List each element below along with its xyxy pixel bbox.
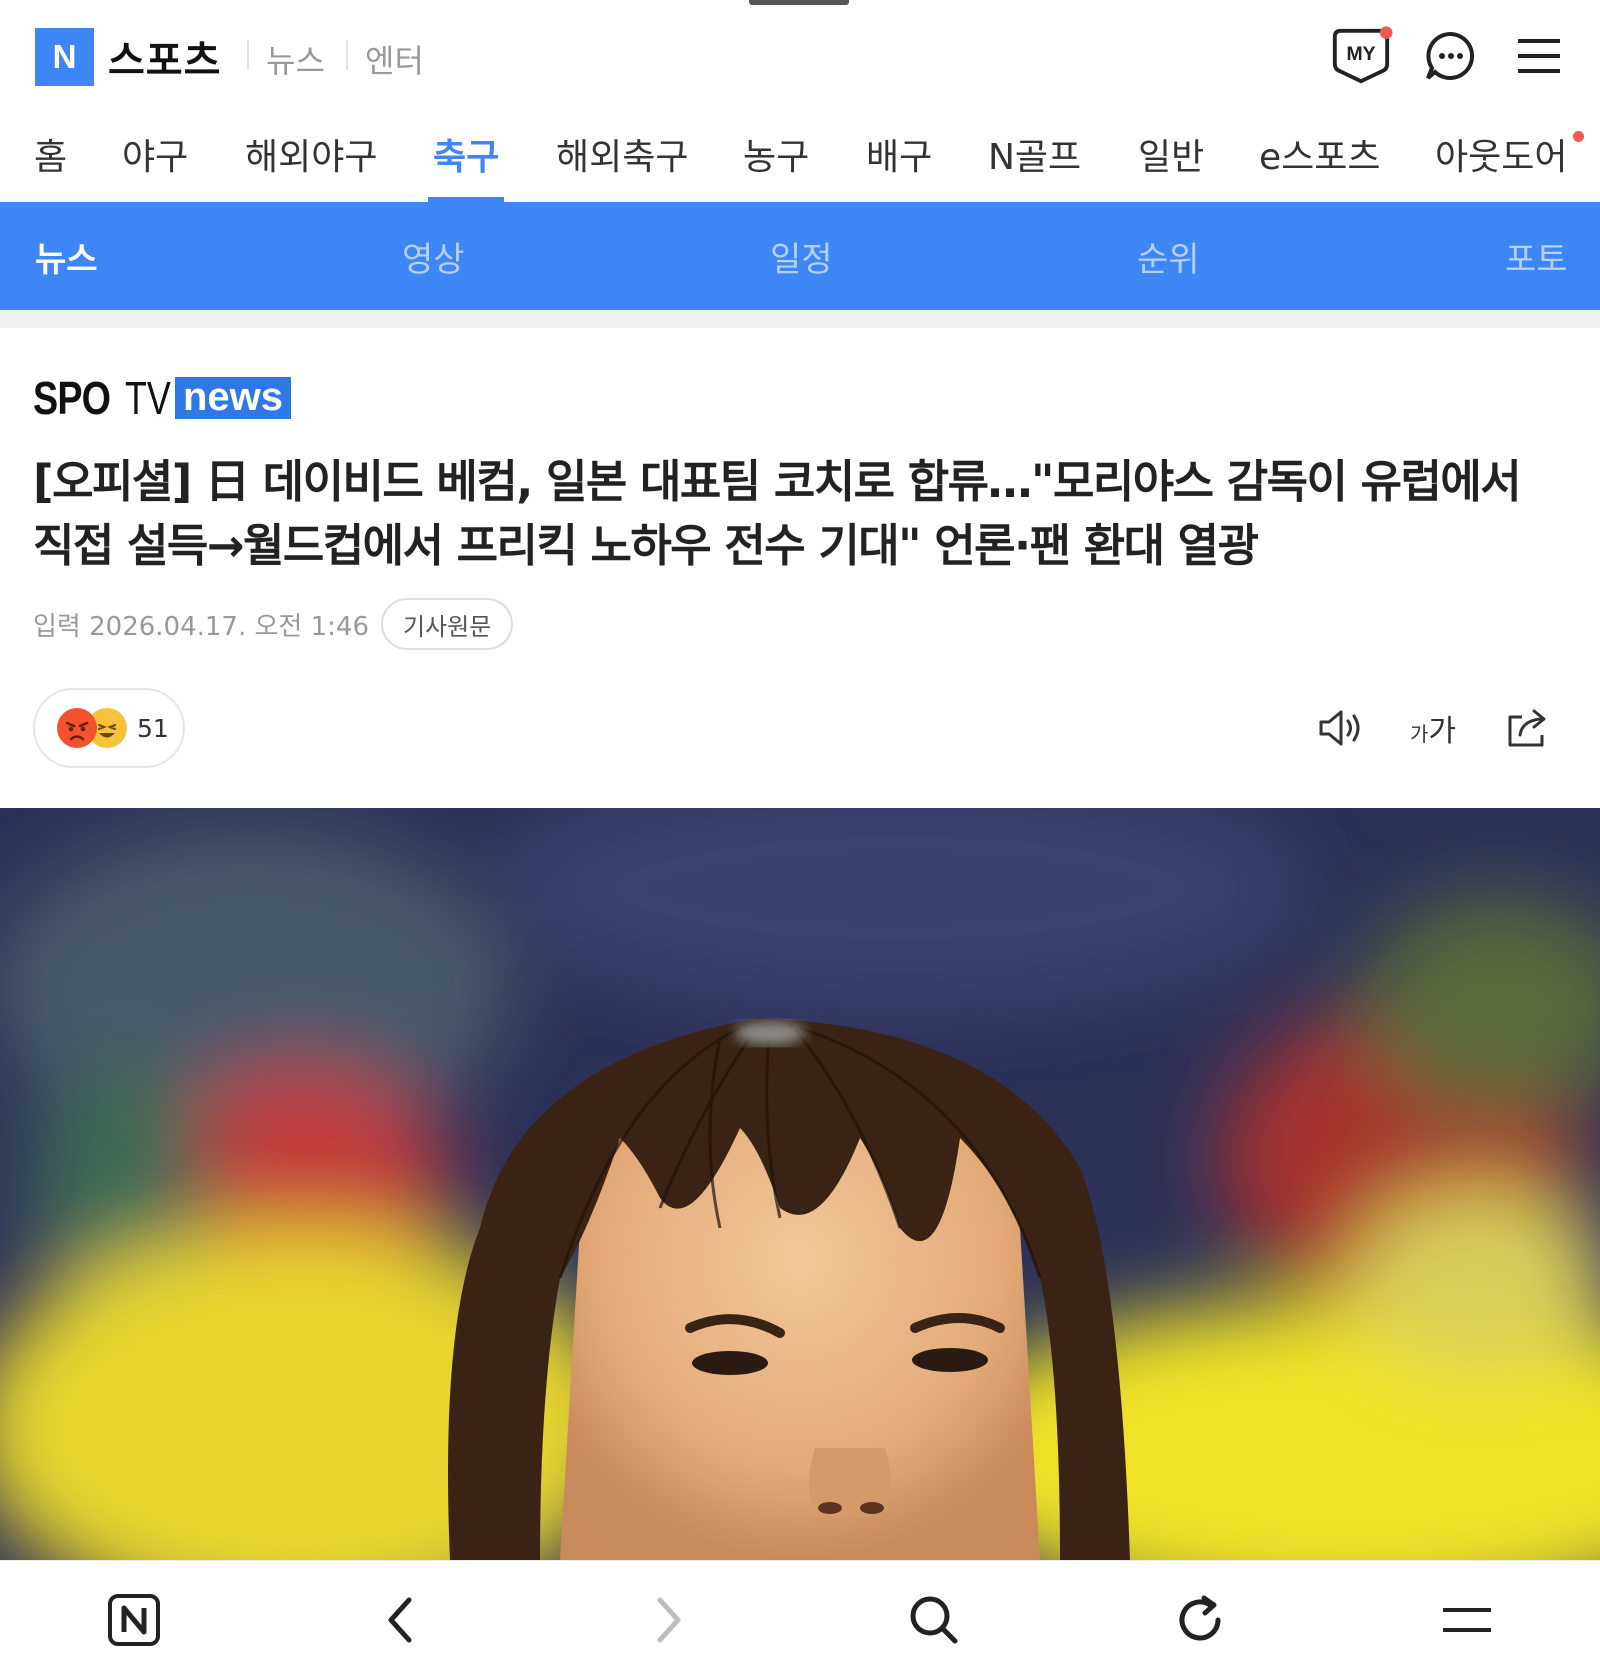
top-link-enter[interactable]: 엔터 <box>365 36 424 82</box>
press-logo[interactable]: SPO TV news <box>33 372 292 424</box>
forward-icon[interactable] <box>633 1585 703 1655</box>
speaker-icon[interactable] <box>1313 700 1369 756</box>
share-icon[interactable] <box>1499 700 1555 756</box>
subnav-ranking[interactable]: 순위 <box>1137 232 1200 281</box>
category-esports[interactable]: e스포츠 <box>1259 128 1381 180</box>
reaction-count: 51 <box>137 713 169 743</box>
original-article-button[interactable]: 기사원문 <box>381 598 514 650</box>
press-logo-tv: TV <box>125 372 171 424</box>
service-title[interactable]: 스포츠 <box>108 28 221 86</box>
article-headline: [오피셜] 日 데이비드 베컴, 일본 대표팀 코치로 합류…"모리야스 감독이… <box>33 455 1522 572</box>
font-size-small-glyph: 가 <box>1409 722 1429 746</box>
category-soccer[interactable]: 축구 <box>433 128 499 180</box>
back-icon[interactable] <box>366 1585 436 1655</box>
angry-emoji-icon <box>57 708 97 748</box>
font-size-button[interactable]: 가가 <box>1405 700 1461 756</box>
chat-icon[interactable] <box>1419 24 1483 88</box>
category-general[interactable]: 일반 <box>1138 128 1204 180</box>
refresh-icon[interactable] <box>1165 1585 1235 1655</box>
browser-bottom-bar <box>0 1560 1600 1673</box>
reaction-button[interactable]: 51 <box>33 688 185 768</box>
subnav-photo[interactable]: 포토 <box>1505 232 1568 281</box>
divider <box>247 40 249 70</box>
font-size-large-glyph: 가 <box>1428 714 1456 749</box>
article-meta: 입력 2026.04.17. 오전 1:46 기사원문 <box>33 598 514 650</box>
my-icon[interactable]: MY <box>1329 24 1393 88</box>
category-golf[interactable]: N골프 <box>988 128 1081 180</box>
subnav-schedule[interactable]: 일정 <box>770 232 833 281</box>
article-photo[interactable] <box>0 808 1600 1560</box>
naver-home-icon[interactable] <box>99 1585 169 1655</box>
article-date: 입력 2026.04.17. 오전 1:46 <box>33 611 369 642</box>
sub-nav: 뉴스 영상 일정 순위 포토 <box>0 202 1600 310</box>
player-photo-illustration <box>0 808 1600 1560</box>
new-badge-dot <box>1573 131 1584 142</box>
subnav-news[interactable]: 뉴스 <box>35 232 98 281</box>
press-logo-news: news <box>175 377 292 419</box>
category-baseball[interactable]: 야구 <box>122 128 188 180</box>
section-divider <box>0 310 1600 328</box>
category-overseas-soccer[interactable]: 해외축구 <box>556 128 688 180</box>
divider <box>346 40 348 70</box>
naver-logo[interactable]: N <box>35 28 94 86</box>
my-badge-text: MY <box>1346 43 1375 65</box>
category-home[interactable]: 홈 <box>34 128 67 180</box>
site-header: N 스포츠 뉴스 엔터 MY <box>0 0 1600 110</box>
search-icon[interactable] <box>899 1585 969 1655</box>
category-basketball[interactable]: 농구 <box>743 128 809 180</box>
subnav-video[interactable]: 영상 <box>402 232 465 281</box>
category-volleyball[interactable]: 배구 <box>866 128 932 180</box>
category-outdoor[interactable]: 아웃도어 <box>1435 128 1567 180</box>
browser-menu-icon[interactable] <box>1432 1585 1502 1655</box>
menu-icon[interactable] <box>1507 24 1571 88</box>
top-link-news[interactable]: 뉴스 <box>266 36 325 82</box>
category-nav: 홈 야구 해외야구 축구 해외축구 농구 배구 N골프 일반 e스포츠 아웃도어 <box>0 110 1600 202</box>
press-logo-spo: SPO <box>33 372 111 424</box>
category-overseas-baseball[interactable]: 해외야구 <box>245 128 377 180</box>
